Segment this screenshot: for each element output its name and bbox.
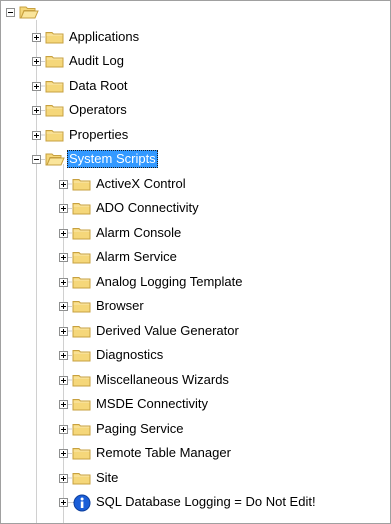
tree-expander-alarm-console[interactable] xyxy=(59,228,68,238)
minus-bar xyxy=(8,12,13,13)
tree-node-alarm-service[interactable]: Alarm Service xyxy=(94,248,179,266)
plus-bar xyxy=(63,230,64,236)
folder-icon xyxy=(45,78,65,94)
tree-expander-operators[interactable] xyxy=(32,106,41,115)
plus-bar xyxy=(63,426,64,432)
tree-expander-msde-connectivity[interactable] xyxy=(59,400,68,409)
tree-node-properties[interactable]: Properties xyxy=(67,126,130,144)
plus-bar xyxy=(63,475,64,481)
tree-expander-miscellaneous-wizards[interactable] xyxy=(59,375,68,385)
tree-expander-diagnostics[interactable] xyxy=(59,351,68,360)
tree-node-data-root[interactable]: Data Root xyxy=(67,77,130,95)
tree-view[interactable]: Applications Audit Log Data Root Operators P… xyxy=(1,1,390,523)
folder-icon xyxy=(45,127,65,143)
plus-bar xyxy=(36,132,37,138)
folder-open-icon xyxy=(45,151,65,167)
tree-node-sql-database-logging-do-not-edit[interactable]: SQL Database Logging = Do Not Edit! xyxy=(94,493,318,511)
tree-expander-sql-database-logging-do-not-edit[interactable] xyxy=(59,498,68,507)
tree-node-applications[interactable]: Applications xyxy=(67,28,141,46)
folder-icon xyxy=(72,274,92,290)
tree-node-system-scripts[interactable]: System Scripts xyxy=(67,150,158,168)
tree-node-analog-logging-template[interactable]: Analog Logging Template xyxy=(94,273,245,291)
folder-icon xyxy=(72,445,92,461)
plus-bar xyxy=(63,255,64,260)
folder-icon xyxy=(72,298,92,314)
tree-node-operators[interactable]: Operators xyxy=(67,101,129,119)
tree-node-alarm-console[interactable]: Alarm Console xyxy=(94,224,183,242)
tree-expander-activex-control[interactable] xyxy=(59,179,68,189)
tree-expander-audit-log[interactable] xyxy=(32,57,41,66)
plus-bar xyxy=(36,59,37,64)
folder-icon xyxy=(72,470,92,486)
plus-bar xyxy=(63,500,64,505)
tree-expander-applications[interactable] xyxy=(32,32,41,42)
folder-icon xyxy=(72,176,92,192)
plus-bar xyxy=(63,304,64,309)
tree-expander-ado-connectivity[interactable] xyxy=(59,204,68,213)
tree-expander-derived-value-generator[interactable] xyxy=(59,326,68,336)
tree-node-diagnostics[interactable]: Diagnostics xyxy=(94,346,165,364)
tree-expander-system-scripts[interactable] xyxy=(32,155,41,164)
tree-node-audit-log[interactable]: Audit Log xyxy=(67,52,126,70)
folder-icon xyxy=(72,323,92,339)
folder-icon xyxy=(72,372,92,388)
folder-icon xyxy=(72,200,92,216)
tree-expander-site[interactable] xyxy=(59,473,68,483)
tree-node-activex-control[interactable]: ActiveX Control xyxy=(94,175,188,193)
tree-node-ado-connectivity[interactable]: ADO Connectivity xyxy=(94,199,201,217)
plus-bar xyxy=(36,83,37,89)
folder-icon xyxy=(72,347,92,363)
tree-view-panel: Applications Audit Log Data Root Operators P… xyxy=(0,0,391,524)
minus-bar xyxy=(34,159,39,160)
tree-expander-browser[interactable] xyxy=(59,302,68,311)
plus-bar xyxy=(63,206,64,211)
plus-bar xyxy=(63,181,64,187)
plus-bar xyxy=(63,353,64,358)
folder-icon xyxy=(45,29,65,45)
folder-icon xyxy=(72,225,92,241)
tree-expander-analog-logging-template[interactable] xyxy=(59,277,68,287)
plus-bar xyxy=(36,34,37,40)
folder-icon xyxy=(72,421,92,437)
plus-bar xyxy=(63,402,64,407)
tree-root-expander[interactable] xyxy=(6,8,15,17)
tree-node-derived-value-generator[interactable]: Derived Value Generator xyxy=(94,322,241,340)
tree-expander-paging-service[interactable] xyxy=(59,424,68,434)
plus-bar xyxy=(63,328,64,334)
tree-expander-properties[interactable] xyxy=(32,130,41,140)
tree-node-remote-table-manager[interactable]: Remote Table Manager xyxy=(94,444,233,462)
tree-expander-alarm-service[interactable] xyxy=(59,253,68,262)
tree-node-browser[interactable]: Browser xyxy=(94,297,146,315)
info-icon xyxy=(72,494,92,512)
folder-open-icon xyxy=(19,4,39,20)
tree-node-site[interactable]: Site xyxy=(94,469,120,487)
tree-expander-data-root[interactable] xyxy=(32,81,41,91)
tree-node-msde-connectivity[interactable]: MSDE Connectivity xyxy=(94,395,210,413)
folder-icon xyxy=(72,249,92,265)
plus-bar xyxy=(36,108,37,113)
plus-bar xyxy=(63,451,64,456)
folder-icon xyxy=(45,102,65,118)
plus-bar xyxy=(63,279,64,285)
plus-bar xyxy=(63,377,64,383)
tree-node-paging-service[interactable]: Paging Service xyxy=(94,420,185,438)
folder-icon xyxy=(45,53,65,69)
folder-icon xyxy=(72,396,92,412)
tree-expander-remote-table-manager[interactable] xyxy=(59,449,68,458)
tree-node-miscellaneous-wizards[interactable]: Miscellaneous Wizards xyxy=(94,371,231,389)
